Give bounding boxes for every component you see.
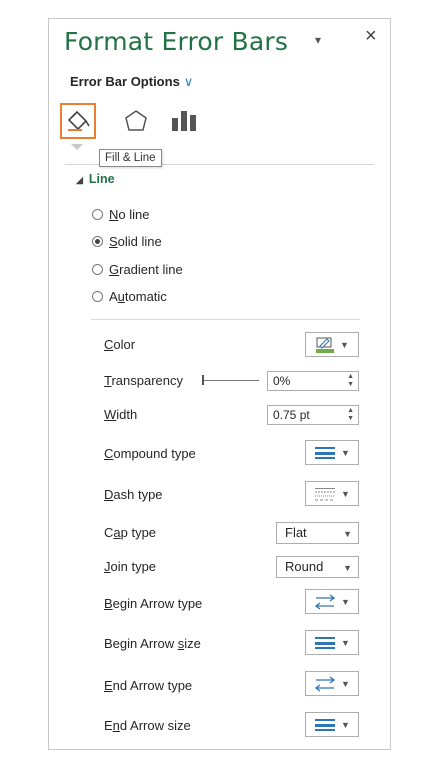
section-title: Line bbox=[88, 172, 115, 186]
width-label: Width bbox=[104, 407, 138, 422]
dash-type-label: Dash type bbox=[104, 487, 163, 502]
tooltip: Fill & Line bbox=[99, 149, 162, 167]
pen-color-icon bbox=[316, 337, 335, 353]
radio-label: Gradient line bbox=[109, 262, 183, 277]
begin-arrow-type-label: Begin Arrow type bbox=[104, 596, 203, 611]
end-arrow-type-button[interactable]: ▼ bbox=[305, 671, 359, 696]
bar-chart-icon bbox=[172, 111, 196, 131]
end-arrow-type-label: End Arrow type bbox=[104, 678, 193, 693]
chevron-down-icon: ▼ bbox=[341, 637, 350, 648]
format-error-bars-pane: Format Error Bars ▾ × Error Bar Options ∨… bbox=[48, 18, 391, 750]
error-bar-options-dropdown[interactable]: Error Bar Options ∨ bbox=[70, 74, 193, 90]
chevron-down-icon: ▼ bbox=[343, 529, 352, 539]
options-separator bbox=[91, 319, 360, 320]
begin-arrow-size-label: Begin Arrow size bbox=[104, 636, 201, 651]
pentagon-icon bbox=[125, 110, 147, 131]
arrow-size-icon bbox=[315, 718, 336, 731]
line-section-header[interactable]: ◢ Line bbox=[76, 172, 115, 186]
collapse-triangle-icon: ◢ bbox=[76, 175, 83, 185]
arrow-size-icon bbox=[315, 636, 336, 649]
width-input[interactable]: 0.75 pt ▲ ▼ bbox=[267, 405, 359, 425]
transparency-input[interactable]: 0% ▲ ▼ bbox=[267, 371, 359, 391]
chevron-down-icon: ▼ bbox=[343, 563, 352, 573]
begin-arrow-size-button[interactable]: ▼ bbox=[305, 630, 359, 655]
join-type-select[interactable]: Round ▼ bbox=[276, 556, 359, 578]
radio-button bbox=[92, 264, 103, 275]
radio-button bbox=[92, 209, 103, 220]
end-arrow-size-label: End Arrow size bbox=[104, 718, 191, 733]
chevron-down-icon: ▼ bbox=[341, 596, 350, 607]
effects-tab[interactable] bbox=[118, 103, 154, 139]
dash-lines-icon bbox=[315, 487, 336, 500]
spinner-arrows-icon[interactable]: ▲ ▼ bbox=[347, 407, 354, 423]
transparency-slider[interactable] bbox=[204, 380, 259, 381]
compound-type-button[interactable]: ▼ bbox=[305, 440, 359, 465]
pane-title: Format Error Bars bbox=[64, 27, 289, 56]
options-label: Error Bar Options bbox=[70, 74, 180, 89]
radio-button-selected bbox=[92, 236, 103, 247]
solid-line-radio[interactable]: Solid line bbox=[92, 234, 162, 249]
gradient-line-radio[interactable]: Gradient line bbox=[92, 262, 183, 277]
close-button[interactable]: × bbox=[365, 25, 377, 48]
pane-options-caret[interactable]: ▾ bbox=[315, 33, 321, 47]
paint-bucket-icon bbox=[67, 110, 90, 131]
arrow-type-icon bbox=[314, 675, 336, 692]
color-label: Color bbox=[104, 337, 136, 352]
chevron-down-icon: ▼ bbox=[341, 447, 350, 458]
tab-pointer bbox=[71, 144, 83, 150]
options-tab[interactable] bbox=[166, 103, 202, 139]
cap-type-label: Cap type bbox=[104, 525, 157, 540]
chevron-down-icon: ∨ bbox=[183, 74, 194, 89]
join-type-label: Join type bbox=[104, 559, 157, 574]
radio-label: No line bbox=[109, 207, 150, 222]
cap-type-select[interactable]: Flat ▼ bbox=[276, 522, 359, 544]
arrow-type-icon bbox=[314, 593, 336, 610]
no-line-radio[interactable]: No line bbox=[92, 207, 149, 222]
automatic-radio[interactable]: Automatic bbox=[92, 289, 167, 304]
fill-line-tab[interactable] bbox=[60, 103, 96, 139]
compound-lines-icon bbox=[315, 446, 336, 459]
chevron-down-icon: ▼ bbox=[341, 488, 350, 499]
dash-type-button[interactable]: ▼ bbox=[305, 481, 359, 506]
radio-button bbox=[92, 291, 103, 302]
end-arrow-size-button[interactable]: ▼ bbox=[305, 712, 359, 737]
chevron-down-icon: ▼ bbox=[340, 339, 349, 350]
spinner-arrows-icon[interactable]: ▲ ▼ bbox=[347, 373, 354, 389]
color-picker-button[interactable]: ▼ bbox=[305, 332, 359, 357]
radio-label: Automatic bbox=[109, 289, 167, 304]
begin-arrow-type-button[interactable]: ▼ bbox=[305, 589, 359, 614]
compound-type-label: Compound type bbox=[104, 446, 196, 461]
transparency-label: Transparency bbox=[104, 373, 184, 388]
radio-label: Solid line bbox=[109, 234, 162, 249]
chevron-down-icon: ▼ bbox=[341, 678, 350, 689]
chevron-down-icon: ▼ bbox=[341, 719, 350, 730]
